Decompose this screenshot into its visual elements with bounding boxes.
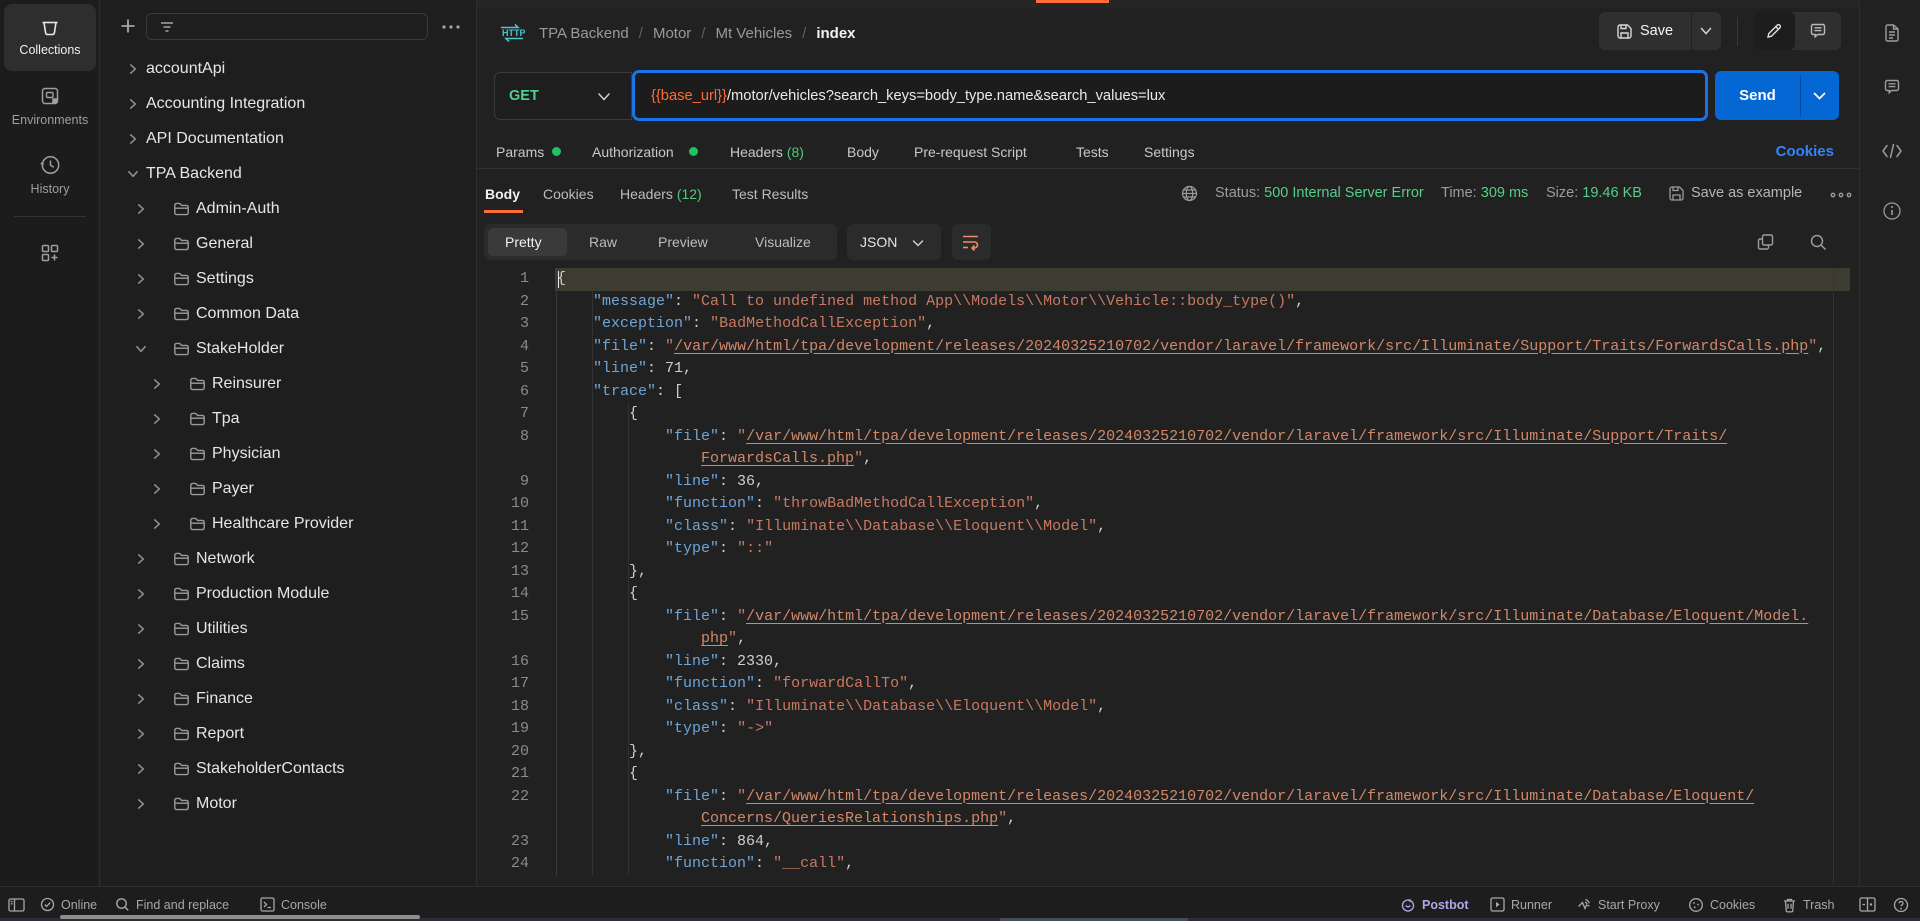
svg-text:HTTP: HTTP	[502, 28, 525, 38]
